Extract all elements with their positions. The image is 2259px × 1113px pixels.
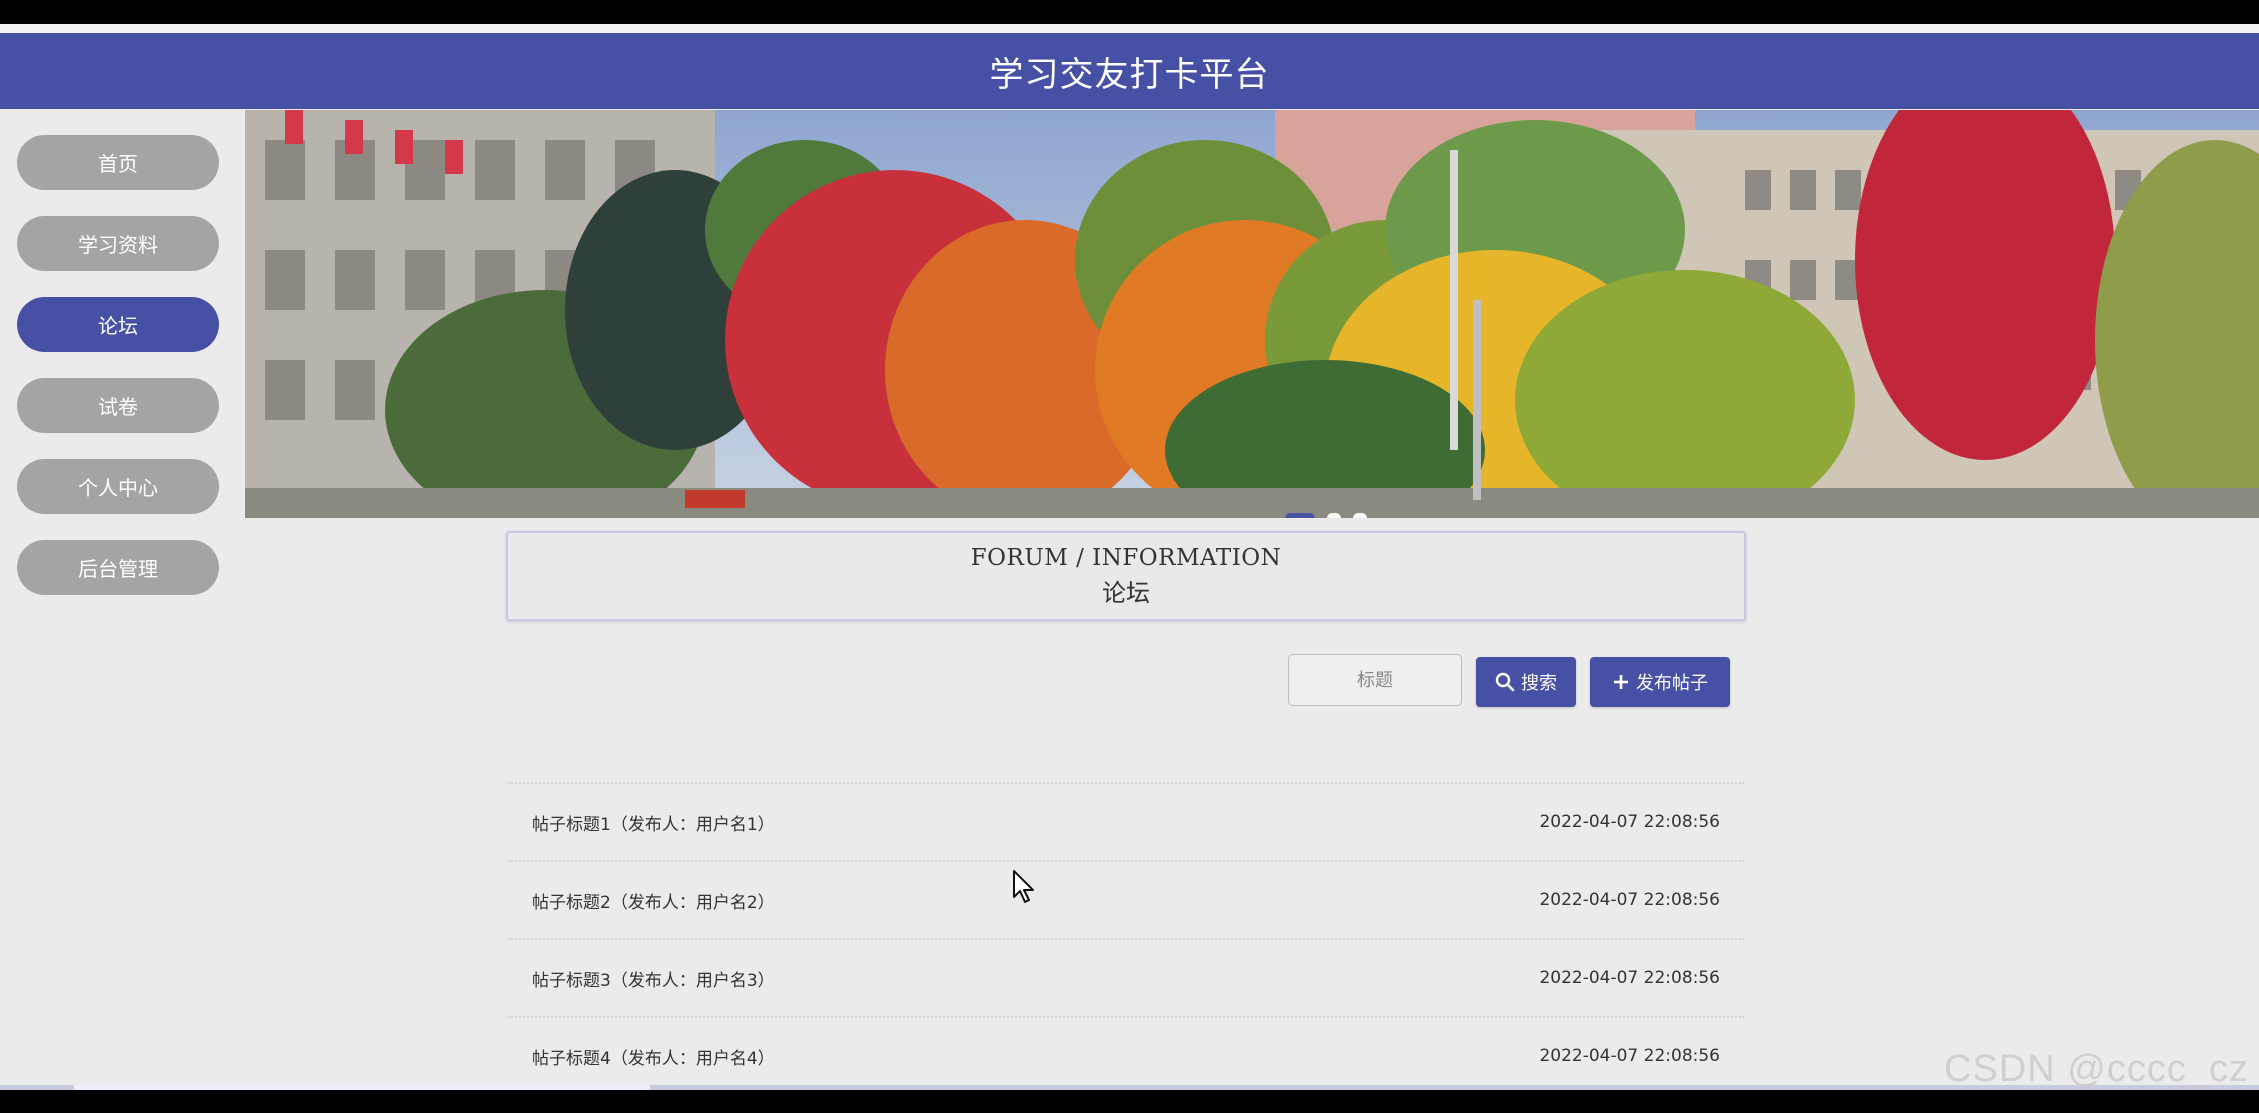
sidebar-item-label: 后台管理 (78, 557, 158, 581)
section-title-en: FORUM / INFORMATION (970, 544, 1282, 571)
post-row[interactable]: 帖子标题2（发布人：用户名2） 2022-04-07 22:08:56 (508, 862, 1744, 940)
post-time: 2022-04-07 22:08:56 (1539, 1046, 1720, 1066)
screen-top-border (0, 0, 2259, 24)
sidebar-item-study-materials[interactable]: 学习资料 (17, 216, 219, 271)
sidebar-item-admin[interactable]: 后台管理 (17, 540, 219, 595)
post-row[interactable]: 帖子标题1（发布人：用户名1） 2022-04-07 22:08:56 (508, 784, 1744, 862)
search-button-label: 搜索 (1521, 673, 1557, 694)
search-icon (1495, 672, 1515, 692)
sidebar-item-label: 试卷 (98, 395, 138, 419)
campus-autumn-image (245, 110, 2259, 518)
title-search-input[interactable] (1288, 654, 1462, 706)
post-time: 2022-04-07 22:08:56 (1539, 968, 1720, 988)
post-row[interactable]: 帖子标题3（发布人：用户名3） 2022-04-07 22:08:56 (508, 940, 1744, 1018)
sidebar-nav: 首页 学习资料 论坛 试卷 个人中心 后台管理 (17, 135, 219, 621)
post-title: 帖子标题2（发布人：用户名2） (532, 892, 775, 913)
post-time: 2022-04-07 22:08:56 (1539, 890, 1720, 910)
screen-bottom-border (0, 1090, 2259, 1113)
new-post-button[interactable]: 发布帖子 (1590, 657, 1730, 707)
banner-carousel[interactable] (245, 110, 2259, 518)
new-post-button-label: 发布帖子 (1636, 673, 1708, 694)
browser-edge (0, 24, 2259, 33)
carousel-indicators (1285, 513, 1367, 518)
sidebar-item-label: 首页 (98, 152, 138, 176)
sidebar-item-label: 学习资料 (78, 233, 158, 257)
section-title-box: FORUM / INFORMATION 论坛 (506, 531, 1746, 621)
search-button[interactable]: 搜索 (1476, 657, 1576, 707)
post-title: 帖子标题1（发布人：用户名1） (532, 814, 775, 835)
app-title: 学习交友打卡平台 (989, 54, 1270, 95)
sidebar-item-personal-center[interactable]: 个人中心 (17, 459, 219, 514)
post-row[interactable]: 帖子标题4（发布人：用户名4） 2022-04-07 22:08:56 (508, 1018, 1744, 1090)
post-title: 帖子标题3（发布人：用户名3） (532, 970, 775, 991)
post-time: 2022-04-07 22:08:56 (1539, 812, 1720, 832)
section-title-cn: 论坛 (1102, 578, 1150, 607)
post-list: 帖子标题1（发布人：用户名1） 2022-04-07 22:08:56 帖子标题… (508, 782, 1744, 1090)
plus-icon (1614, 675, 1628, 689)
sidebar-item-exams[interactable]: 试卷 (17, 378, 219, 433)
carousel-dot-active[interactable] (1285, 513, 1315, 518)
sidebar-item-label: 个人中心 (78, 476, 158, 500)
mouse-pointer-icon (1013, 870, 1034, 903)
carousel-dot[interactable] (1327, 513, 1341, 518)
post-title: 帖子标题4（发布人：用户名4） (532, 1048, 775, 1069)
carousel-dot[interactable] (1353, 513, 1367, 518)
sidebar-item-label: 论坛 (98, 314, 138, 338)
app-window: 学习交友打卡平台 首页 学习资料 论坛 试卷 个人中心 后台管理 FORUM /… (0, 33, 2259, 1090)
sidebar-item-forum[interactable]: 论坛 (17, 297, 219, 352)
watermark: CSDN @cccc_cz (1944, 1048, 2249, 1090)
sidebar-item-home[interactable]: 首页 (17, 135, 219, 190)
top-header: 学习交友打卡平台 (0, 33, 2259, 109)
